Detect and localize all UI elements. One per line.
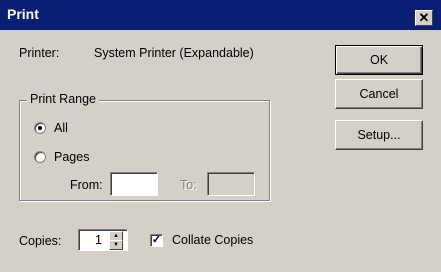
close-icon[interactable]: ✕ xyxy=(415,10,433,26)
copies-value: 1 xyxy=(95,233,102,247)
to-label: To: xyxy=(180,178,197,192)
pages-radio[interactable] xyxy=(34,151,46,163)
from-label: From: xyxy=(70,178,103,192)
spin-down-icon[interactable]: ▼ xyxy=(109,240,123,250)
setup-button[interactable]: Setup... xyxy=(335,120,423,150)
radio-selected-dot xyxy=(38,126,42,130)
cancel-button[interactable]: Cancel xyxy=(335,79,423,109)
ok-button-label: OK xyxy=(369,53,389,67)
collate-checkbox[interactable]: ✓ xyxy=(150,234,163,247)
print-range-title: Print Range xyxy=(27,92,100,106)
title-bar[interactable]: Print ✕ xyxy=(0,0,441,30)
cancel-button-label: Cancel xyxy=(359,87,399,101)
copies-field[interactable]: 1 ▲ ▼ xyxy=(78,229,128,251)
print-dialog: Print ✕ Printer: System Printer (Expanda… xyxy=(0,0,441,272)
printer-name: System Printer (Expandable) xyxy=(94,46,254,60)
all-radio[interactable] xyxy=(34,122,46,134)
copies-label: Copies: xyxy=(19,234,62,248)
pages-radio-label[interactable]: Pages xyxy=(54,150,89,164)
collate-label[interactable]: Collate Copies xyxy=(172,233,253,247)
to-field[interactable] xyxy=(207,172,255,196)
all-radio-label[interactable]: All xyxy=(54,121,68,135)
ok-button[interactable]: OK xyxy=(335,45,423,75)
from-field[interactable] xyxy=(110,172,158,196)
printer-label: Printer: xyxy=(19,46,60,60)
setup-button-label: Setup... xyxy=(357,128,401,142)
window-title: Print xyxy=(7,6,39,22)
